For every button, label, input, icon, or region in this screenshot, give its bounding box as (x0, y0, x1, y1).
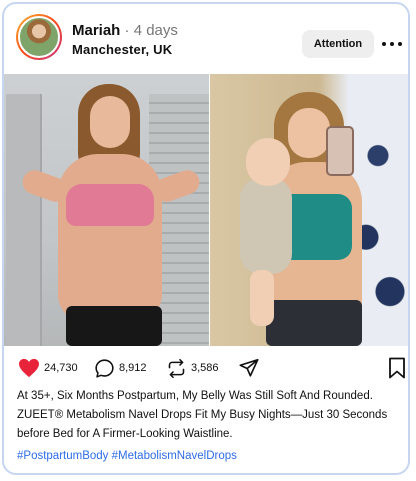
photo-door (6, 94, 42, 346)
photo-face (288, 108, 330, 158)
post-caption: At 35+, Six Months Postpartum, My Belly … (17, 390, 388, 440)
separator-dot: · (124, 22, 130, 39)
action-bar: 24,730 8,912 3,586 (4, 354, 408, 382)
comment-count: 8,912 (119, 362, 147, 374)
post-location[interactable]: Manchester, UK (72, 42, 172, 57)
photo-baby-body (240, 178, 292, 274)
repost-count: 3,586 (191, 362, 219, 374)
author-line: Mariah · 4 days (72, 22, 178, 39)
post-card: Mariah · 4 days Manchester, UK Attention (2, 2, 410, 475)
photo-baby-leg (250, 270, 274, 326)
avatar-image (18, 16, 60, 58)
photo-shorts (66, 306, 162, 346)
photo-phone (326, 126, 354, 176)
after-photo[interactable] (210, 74, 408, 346)
photo-sports-bra (66, 184, 154, 226)
photo-pants (266, 300, 362, 346)
bookmark-icon (389, 357, 405, 379)
photo-body (58, 154, 162, 324)
comment-icon (95, 358, 114, 378)
save-button[interactable] (388, 354, 406, 382)
post-photos[interactable] (4, 74, 408, 346)
attention-button[interactable]: Attention (302, 30, 374, 58)
like-count: 24,730 (44, 362, 78, 374)
author-username[interactable]: Mariah (72, 22, 120, 39)
post-header: Mariah · 4 days Manchester, UK Attention (4, 4, 408, 74)
avatar[interactable] (16, 14, 62, 60)
repost-button[interactable]: 3,586 (166, 354, 219, 382)
before-photo[interactable] (4, 74, 209, 346)
more-dot (398, 42, 402, 46)
post-hashtags[interactable]: #PostpartumBody #MetabolismNavelDrops (17, 450, 407, 462)
more-options-icon[interactable] (382, 34, 402, 54)
post-time: 4 days (133, 22, 178, 39)
more-dot (382, 42, 386, 46)
photo-baby-head (246, 138, 290, 186)
more-dot (390, 42, 394, 46)
send-icon (239, 358, 259, 377)
repost-icon (168, 358, 185, 378)
heart-icon (19, 358, 39, 378)
like-button[interactable]: 24,730 (18, 354, 78, 382)
send-button[interactable] (238, 354, 260, 382)
photo-face (90, 96, 130, 148)
comment-button[interactable]: 8,912 (94, 354, 147, 382)
